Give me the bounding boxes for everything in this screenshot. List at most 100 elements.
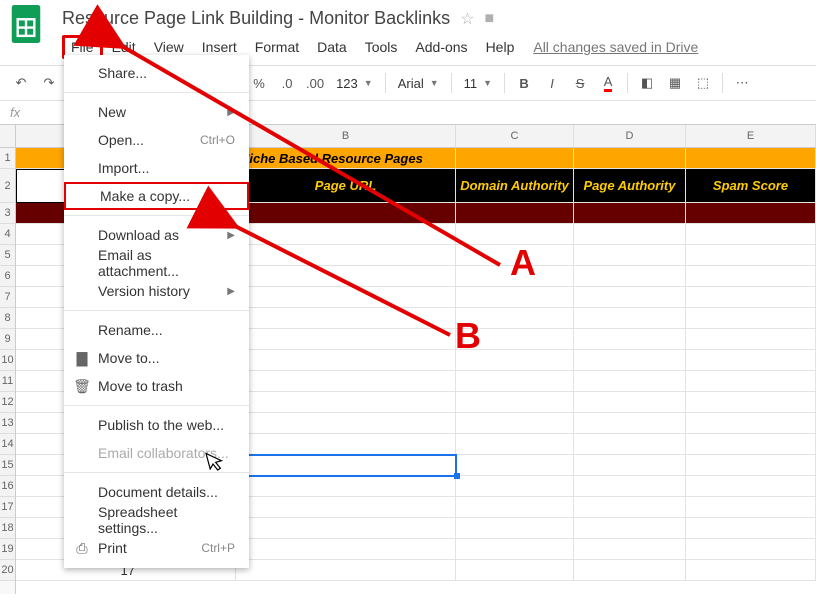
cell[interactable] (236, 287, 456, 308)
menu-format[interactable]: Format (246, 35, 308, 59)
more-toolbar-button[interactable]: ⋯ (729, 70, 755, 96)
cell[interactable] (236, 392, 456, 413)
cell[interactable]: Domain Authority (456, 169, 574, 203)
cell[interactable] (236, 329, 456, 350)
cell[interactable] (574, 266, 686, 287)
cell[interactable] (574, 497, 686, 518)
cell[interactable] (686, 413, 816, 434)
selection-handle-icon[interactable] (454, 473, 460, 479)
cell[interactable] (686, 497, 816, 518)
menu-print[interactable]: ⎙PrintCtrl+P (64, 534, 249, 562)
cell[interactable] (686, 539, 816, 560)
cell[interactable] (456, 203, 574, 224)
menu-import[interactable]: Import... (64, 154, 249, 182)
cell[interactable] (236, 497, 456, 518)
cell[interactable] (686, 518, 816, 539)
cell[interactable] (574, 476, 686, 497)
cell[interactable] (456, 518, 574, 539)
menu-spreadsheet-settings[interactable]: Spreadsheet settings... (64, 506, 249, 534)
cell[interactable] (686, 245, 816, 266)
menu-move-to-trash[interactable]: 🗑Move to trash (64, 372, 249, 400)
cell[interactable] (236, 476, 456, 497)
decrease-decimal-button[interactable]: .0 (274, 70, 300, 96)
star-icon[interactable]: ☆ (460, 9, 474, 29)
cell[interactable] (574, 287, 686, 308)
cell[interactable] (574, 539, 686, 560)
cell[interactable] (456, 287, 574, 308)
menu-document-details[interactable]: Document details... (64, 478, 249, 506)
cell[interactable] (574, 148, 686, 169)
menu-rename[interactable]: Rename... (64, 316, 249, 344)
menu-make-copy[interactable]: Make a copy... (64, 182, 249, 210)
cell[interactable] (574, 392, 686, 413)
menu-open[interactable]: Open...Ctrl+O (64, 126, 249, 154)
sheets-logo-icon[interactable] (8, 6, 44, 42)
borders-button[interactable]: ▦ (662, 70, 688, 96)
cell[interactable] (236, 266, 456, 287)
row-header[interactable]: 10 (0, 350, 15, 371)
cell[interactable] (574, 518, 686, 539)
cell[interactable] (686, 371, 816, 392)
cell[interactable] (686, 560, 816, 581)
cell[interactable] (236, 224, 456, 245)
cell[interactable] (686, 203, 816, 224)
menu-tools[interactable]: Tools (356, 35, 407, 59)
row-header[interactable]: 9 (0, 329, 15, 350)
cell[interactable] (456, 371, 574, 392)
save-status[interactable]: All changes saved in Drive (533, 39, 698, 55)
menu-version-history[interactable]: Version history▶ (64, 277, 249, 305)
cell[interactable]: Niche Based Resource Pages (236, 148, 456, 169)
row-header[interactable]: 2 (0, 169, 15, 203)
cell[interactable] (574, 413, 686, 434)
percent-format-button[interactable]: % (246, 70, 272, 96)
strike-button[interactable]: S (567, 70, 593, 96)
row-header[interactable]: 12 (0, 392, 15, 413)
cell[interactable] (236, 413, 456, 434)
col-header[interactable]: E (686, 125, 816, 147)
cell[interactable] (686, 476, 816, 497)
cell[interactable] (574, 245, 686, 266)
row-header[interactable]: 11 (0, 371, 15, 392)
row-header[interactable]: 14 (0, 434, 15, 455)
cell[interactable] (574, 455, 686, 476)
italic-button[interactable]: I (539, 70, 565, 96)
row-header[interactable]: 17 (0, 497, 15, 518)
cell[interactable] (686, 350, 816, 371)
cell[interactable] (686, 224, 816, 245)
cell[interactable] (686, 287, 816, 308)
cell[interactable] (236, 308, 456, 329)
menu-data[interactable]: Data (308, 35, 356, 59)
cell[interactable] (236, 245, 456, 266)
cell[interactable] (574, 224, 686, 245)
cell[interactable] (456, 148, 574, 169)
cell[interactable] (236, 539, 456, 560)
cell[interactable] (574, 371, 686, 392)
cell[interactable] (686, 434, 816, 455)
col-header[interactable]: D (574, 125, 686, 147)
cell[interactable]: Page Authority (574, 169, 686, 203)
menu-download-as[interactable]: Download as▶ (64, 221, 249, 249)
col-header[interactable]: B (236, 125, 456, 147)
cell[interactable] (456, 434, 574, 455)
cell[interactable] (456, 476, 574, 497)
row-header[interactable]: 20 (0, 560, 15, 581)
font-size-select[interactable]: 11▼ (458, 72, 498, 94)
undo-button[interactable]: ↶ (8, 70, 34, 96)
cell[interactable] (574, 350, 686, 371)
cell[interactable] (456, 455, 574, 476)
text-color-button[interactable]: A (595, 70, 621, 96)
cell[interactable] (574, 329, 686, 350)
cell[interactable] (574, 434, 686, 455)
row-header[interactable]: 3 (0, 203, 15, 224)
row-header[interactable]: 1 (0, 148, 15, 169)
menu-new[interactable]: New▶ (64, 98, 249, 126)
cell[interactable] (236, 350, 456, 371)
folder-icon[interactable]: ■ (485, 10, 495, 28)
cell[interactable] (574, 308, 686, 329)
cell[interactable] (686, 455, 816, 476)
cell[interactable] (686, 148, 816, 169)
menu-publish-web[interactable]: Publish to the web... (64, 411, 249, 439)
menu-email-attachment[interactable]: Email as attachment... (64, 249, 249, 277)
row-header[interactable]: 15 (0, 455, 15, 476)
cell[interactable] (456, 497, 574, 518)
